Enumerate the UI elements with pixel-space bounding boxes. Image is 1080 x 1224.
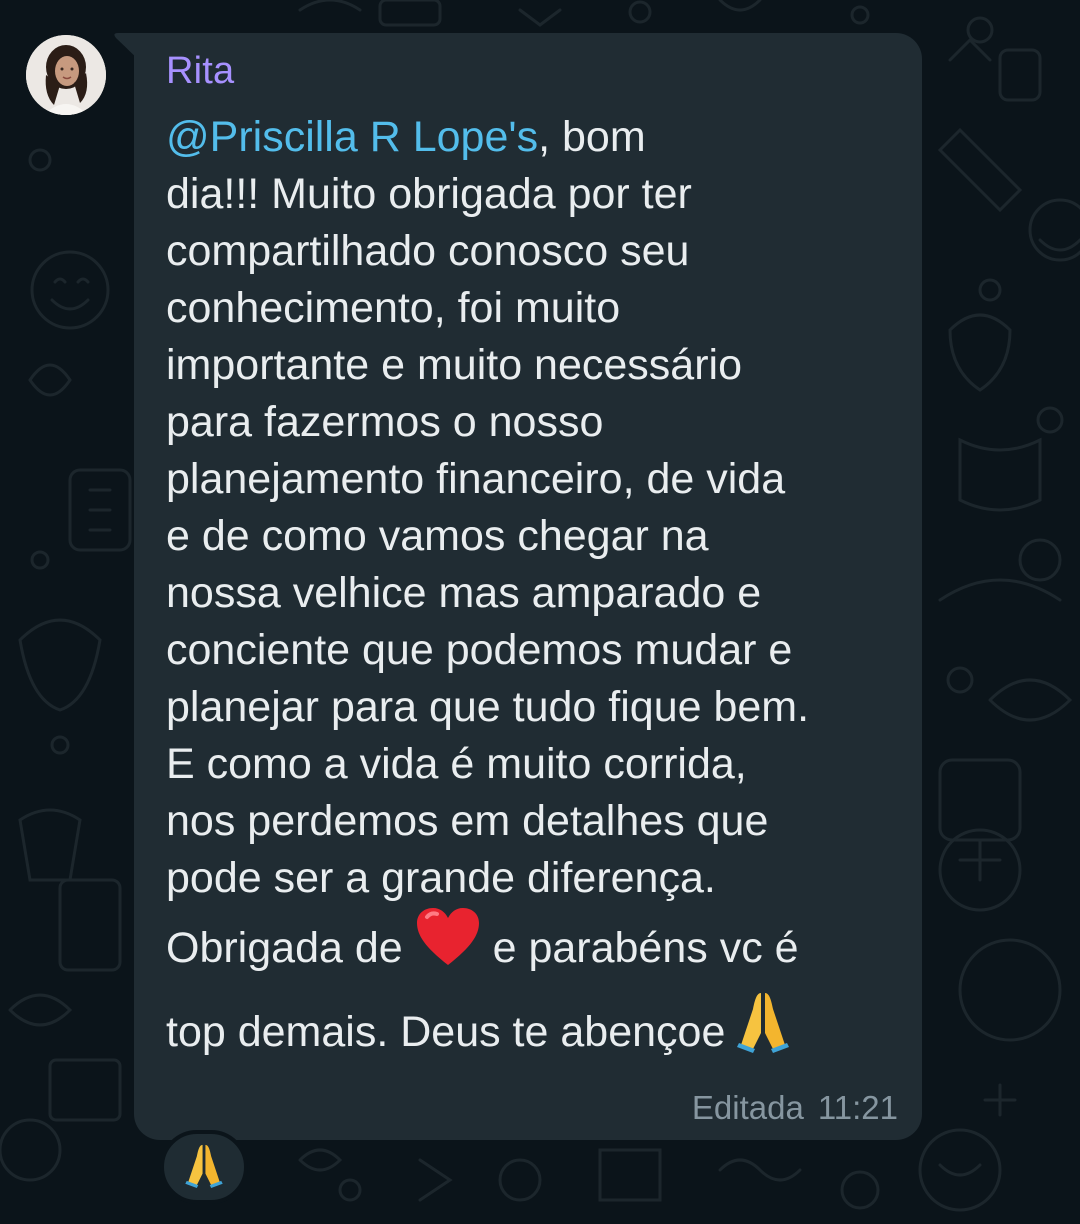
message-line: compartilhado conosco seu: [166, 227, 690, 275]
message-line: planejamento financeiro, de vida: [166, 455, 786, 503]
sender-name[interactable]: Rita: [166, 50, 234, 93]
message-text: @Priscilla R Lope's, bom dia!!! Muito ob…: [166, 109, 906, 1071]
reaction-badge[interactable]: [160, 1130, 248, 1204]
message-line: E como a vida é muito corrida,: [166, 740, 747, 788]
message-line-last: top demais. Deus te abençoe: [166, 989, 906, 1071]
folded-hands-emoji: [185, 1142, 223, 1193]
message-line-1: @Priscilla R Lope's, bom: [166, 113, 646, 161]
user-avatar-photo: [26, 35, 106, 115]
message-time: 11:21: [817, 1089, 898, 1126]
red-heart-emoji: [415, 907, 481, 994]
folded-hands-emoji: [737, 989, 790, 1080]
message-line: para fazermos o nosso: [166, 398, 604, 446]
message-line: conciente que podemos mudar e: [166, 626, 793, 674]
message-line: nos perdemos em detalhes que: [166, 797, 769, 845]
message-line: e de como vamos chegar na: [166, 512, 709, 560]
message-line-heart: Obrigada de e parabéns vc é: [166, 907, 906, 989]
message-line: nossa velhice mas amparado e: [166, 569, 762, 617]
message-line: dia!!! Muito obrigada por ter: [166, 170, 692, 218]
mention-link[interactable]: @Priscilla R Lope's: [166, 113, 538, 161]
message-line: pode ser a grande diferença.: [166, 854, 716, 902]
message-line: conhecimento, foi muito: [166, 284, 621, 332]
edited-label: Editada: [691, 1089, 804, 1126]
message-line: importante e muito necessário: [166, 341, 743, 389]
message-line: planejar para que tudo fique bem.: [166, 683, 810, 731]
chat-background: Rita @Priscilla R Lope's, bom dia!!! Mui…: [0, 0, 1080, 1224]
message-meta: Editada 11:21: [692, 1089, 898, 1127]
avatar[interactable]: [26, 35, 106, 115]
